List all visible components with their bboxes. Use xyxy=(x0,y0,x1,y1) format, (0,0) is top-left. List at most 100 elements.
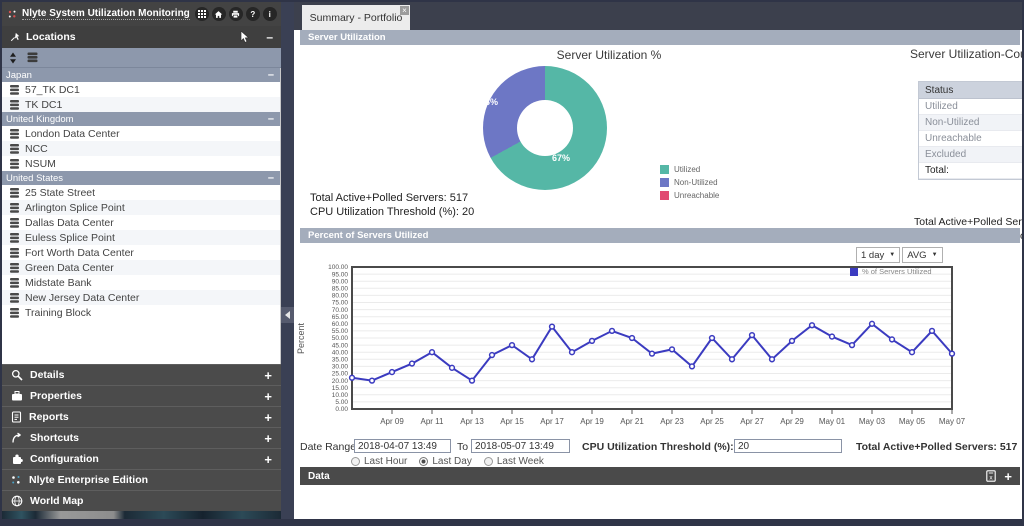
status-table-row: Utilized xyxy=(919,99,1022,115)
location-item[interactable]: 57_TK DC1 xyxy=(2,82,280,97)
server-filter-icon[interactable] xyxy=(27,52,38,63)
line-chart[interactable]: 0.00 5.00 10.00 15.00 20.00 25.00 30.00 35.00 40… xyxy=(314,261,974,437)
location-item[interactable]: Green Data Center xyxy=(2,260,280,275)
location-item[interactable]: Arlington Splice Point xyxy=(2,200,280,215)
expand-icon[interactable]: + xyxy=(264,452,272,467)
filter-row: Date Range: To CPU Utilization Threshold… xyxy=(294,438,1022,468)
svg-text:80.00: 80.00 xyxy=(332,293,349,300)
location-item-label: New Jersey Data Center xyxy=(25,291,140,304)
world-map-preview[interactable] xyxy=(2,511,281,519)
accordion-item-shortcuts[interactable]: Shortcuts + xyxy=(2,427,281,448)
help-icon[interactable]: ? xyxy=(245,7,260,21)
sort-icon[interactable] xyxy=(9,52,17,64)
location-item-label: NCC xyxy=(25,142,48,155)
svg-text:10.00: 10.00 xyxy=(332,392,349,399)
location-item-label: London Data Center xyxy=(25,127,120,140)
legend-swatch xyxy=(850,267,858,276)
donut-chart-title: Server Utilization % xyxy=(556,48,662,62)
location-item-label: NSUM xyxy=(25,157,56,170)
expand-icon[interactable]: + xyxy=(264,389,272,404)
radio-button[interactable] xyxy=(419,457,429,466)
total-servers-text: Total Active+Polled Servers: 517 xyxy=(310,192,469,204)
radio-button[interactable] xyxy=(351,457,360,466)
section-header-data[interactable]: Data x + xyxy=(300,467,1020,485)
location-item[interactable]: Dallas Data Center xyxy=(2,215,280,230)
location-item[interactable]: 25 State Street xyxy=(2,185,280,200)
location-item[interactable]: NSUM xyxy=(2,156,280,171)
location-item[interactable]: TK DC1 xyxy=(2,97,280,112)
excel-export-icon[interactable]: x xyxy=(986,470,997,482)
tree-group-header[interactable]: United States – xyxy=(2,171,280,185)
server-icon xyxy=(10,187,19,198)
location-item[interactable]: Fort Worth Data Center xyxy=(2,245,280,260)
locations-panel-header[interactable]: Locations – xyxy=(2,26,281,48)
svg-text:Apr 17: Apr 17 xyxy=(540,417,564,426)
svg-text:May 03: May 03 xyxy=(859,417,886,426)
sidebar-splitter[interactable] xyxy=(281,2,294,519)
radio-option-last-hour[interactable]: Last Hour xyxy=(351,456,407,467)
collapse-icon[interactable]: – xyxy=(268,69,274,81)
collapse-icon[interactable]: – xyxy=(268,113,274,125)
sidebar-accordion: Details + Properties + Reports + Shortcuts + Con… xyxy=(2,364,281,511)
tab-summary-portfolio[interactable]: Summary - Portfolio × xyxy=(302,5,410,30)
location-item[interactable]: London Data Center xyxy=(2,126,280,141)
radio-label: Last Hour xyxy=(364,456,408,467)
location-item[interactable]: Training Block xyxy=(2,305,280,320)
puzzle-icon xyxy=(11,453,23,465)
home-icon[interactable] xyxy=(211,7,226,21)
magnifier-icon xyxy=(11,369,23,381)
print-icon[interactable] xyxy=(228,7,243,21)
svg-text:75.00: 75.00 xyxy=(332,300,349,307)
info-icon[interactable]: i xyxy=(262,7,277,21)
report-icon xyxy=(11,411,22,423)
expand-icon[interactable]: + xyxy=(264,368,272,383)
tree-group-header[interactable]: Japan – xyxy=(2,68,280,82)
donut-label-non-utilized: 33% xyxy=(480,97,499,107)
svg-text:70.00: 70.00 xyxy=(332,307,349,314)
sidebar-collapse-button[interactable] xyxy=(281,307,294,323)
location-item[interactable]: New Jersey Data Center xyxy=(2,290,280,305)
radio-button[interactable] xyxy=(483,457,493,466)
collapse-icon[interactable]: – xyxy=(268,172,274,184)
cursor-icon xyxy=(240,31,250,43)
total-servers-filter-label: Total Active+Polled Servers: 517 xyxy=(856,441,1018,453)
accordion-item-properties[interactable]: Properties + xyxy=(2,385,281,406)
accordion-item-nlyte-enterprise-edition[interactable]: Nlyte Enterprise Edition xyxy=(2,469,281,490)
expand-icon[interactable]: + xyxy=(264,410,272,425)
expand-icon[interactable]: + xyxy=(1004,470,1012,483)
donut-chart[interactable] xyxy=(483,66,607,190)
briefcase-icon xyxy=(11,390,23,402)
server-icon xyxy=(10,232,19,243)
location-item[interactable]: Midstate Bank xyxy=(2,275,280,290)
tree-group-header[interactable]: United Kingdom – xyxy=(2,112,280,126)
tab-close-icon[interactable]: × xyxy=(400,6,409,15)
accordion-label: World Map xyxy=(30,495,84,507)
expand-icon[interactable]: + xyxy=(264,431,272,446)
status-table-header[interactable]: Status xyxy=(919,82,1022,99)
location-item-label: Dallas Data Center xyxy=(25,216,114,229)
chevron-down-icon: ▼ xyxy=(889,252,896,258)
date-from-input[interactable] xyxy=(354,439,451,453)
location-item-label: Euless Splice Point xyxy=(25,231,115,244)
legend-item: Unreachable xyxy=(660,189,719,202)
svg-text:25.00: 25.00 xyxy=(332,371,349,378)
accordion-item-configuration[interactable]: Configuration + xyxy=(2,448,281,469)
accordion-item-details[interactable]: Details + xyxy=(2,364,281,385)
radio-option-last-week[interactable]: Last Week xyxy=(483,456,544,467)
main-content: Summary - Portfolio × Server Utilization… xyxy=(294,2,1022,519)
date-to-input[interactable] xyxy=(471,439,570,453)
svg-text:Apr 15: Apr 15 xyxy=(500,417,524,426)
location-item[interactable]: NCC xyxy=(2,141,280,156)
interval-value: 1 day xyxy=(861,249,885,261)
server-icon xyxy=(10,277,19,288)
location-item[interactable]: Euless Splice Point xyxy=(2,230,280,245)
accordion-item-reports[interactable]: Reports + xyxy=(2,406,281,427)
radio-option-last-day[interactable]: Last Day xyxy=(419,456,472,467)
collapse-icon[interactable]: – xyxy=(266,31,273,43)
grid-icon[interactable] xyxy=(194,7,209,21)
totals-left: Total Active+Polled Servers: 517 CPU Uti… xyxy=(310,191,474,219)
accordion-item-world-map[interactable]: World Map xyxy=(2,490,281,511)
cpu-threshold-input[interactable] xyxy=(734,439,842,453)
svg-text:45.00: 45.00 xyxy=(332,342,349,349)
location-item-label: 57_TK DC1 xyxy=(25,83,80,96)
